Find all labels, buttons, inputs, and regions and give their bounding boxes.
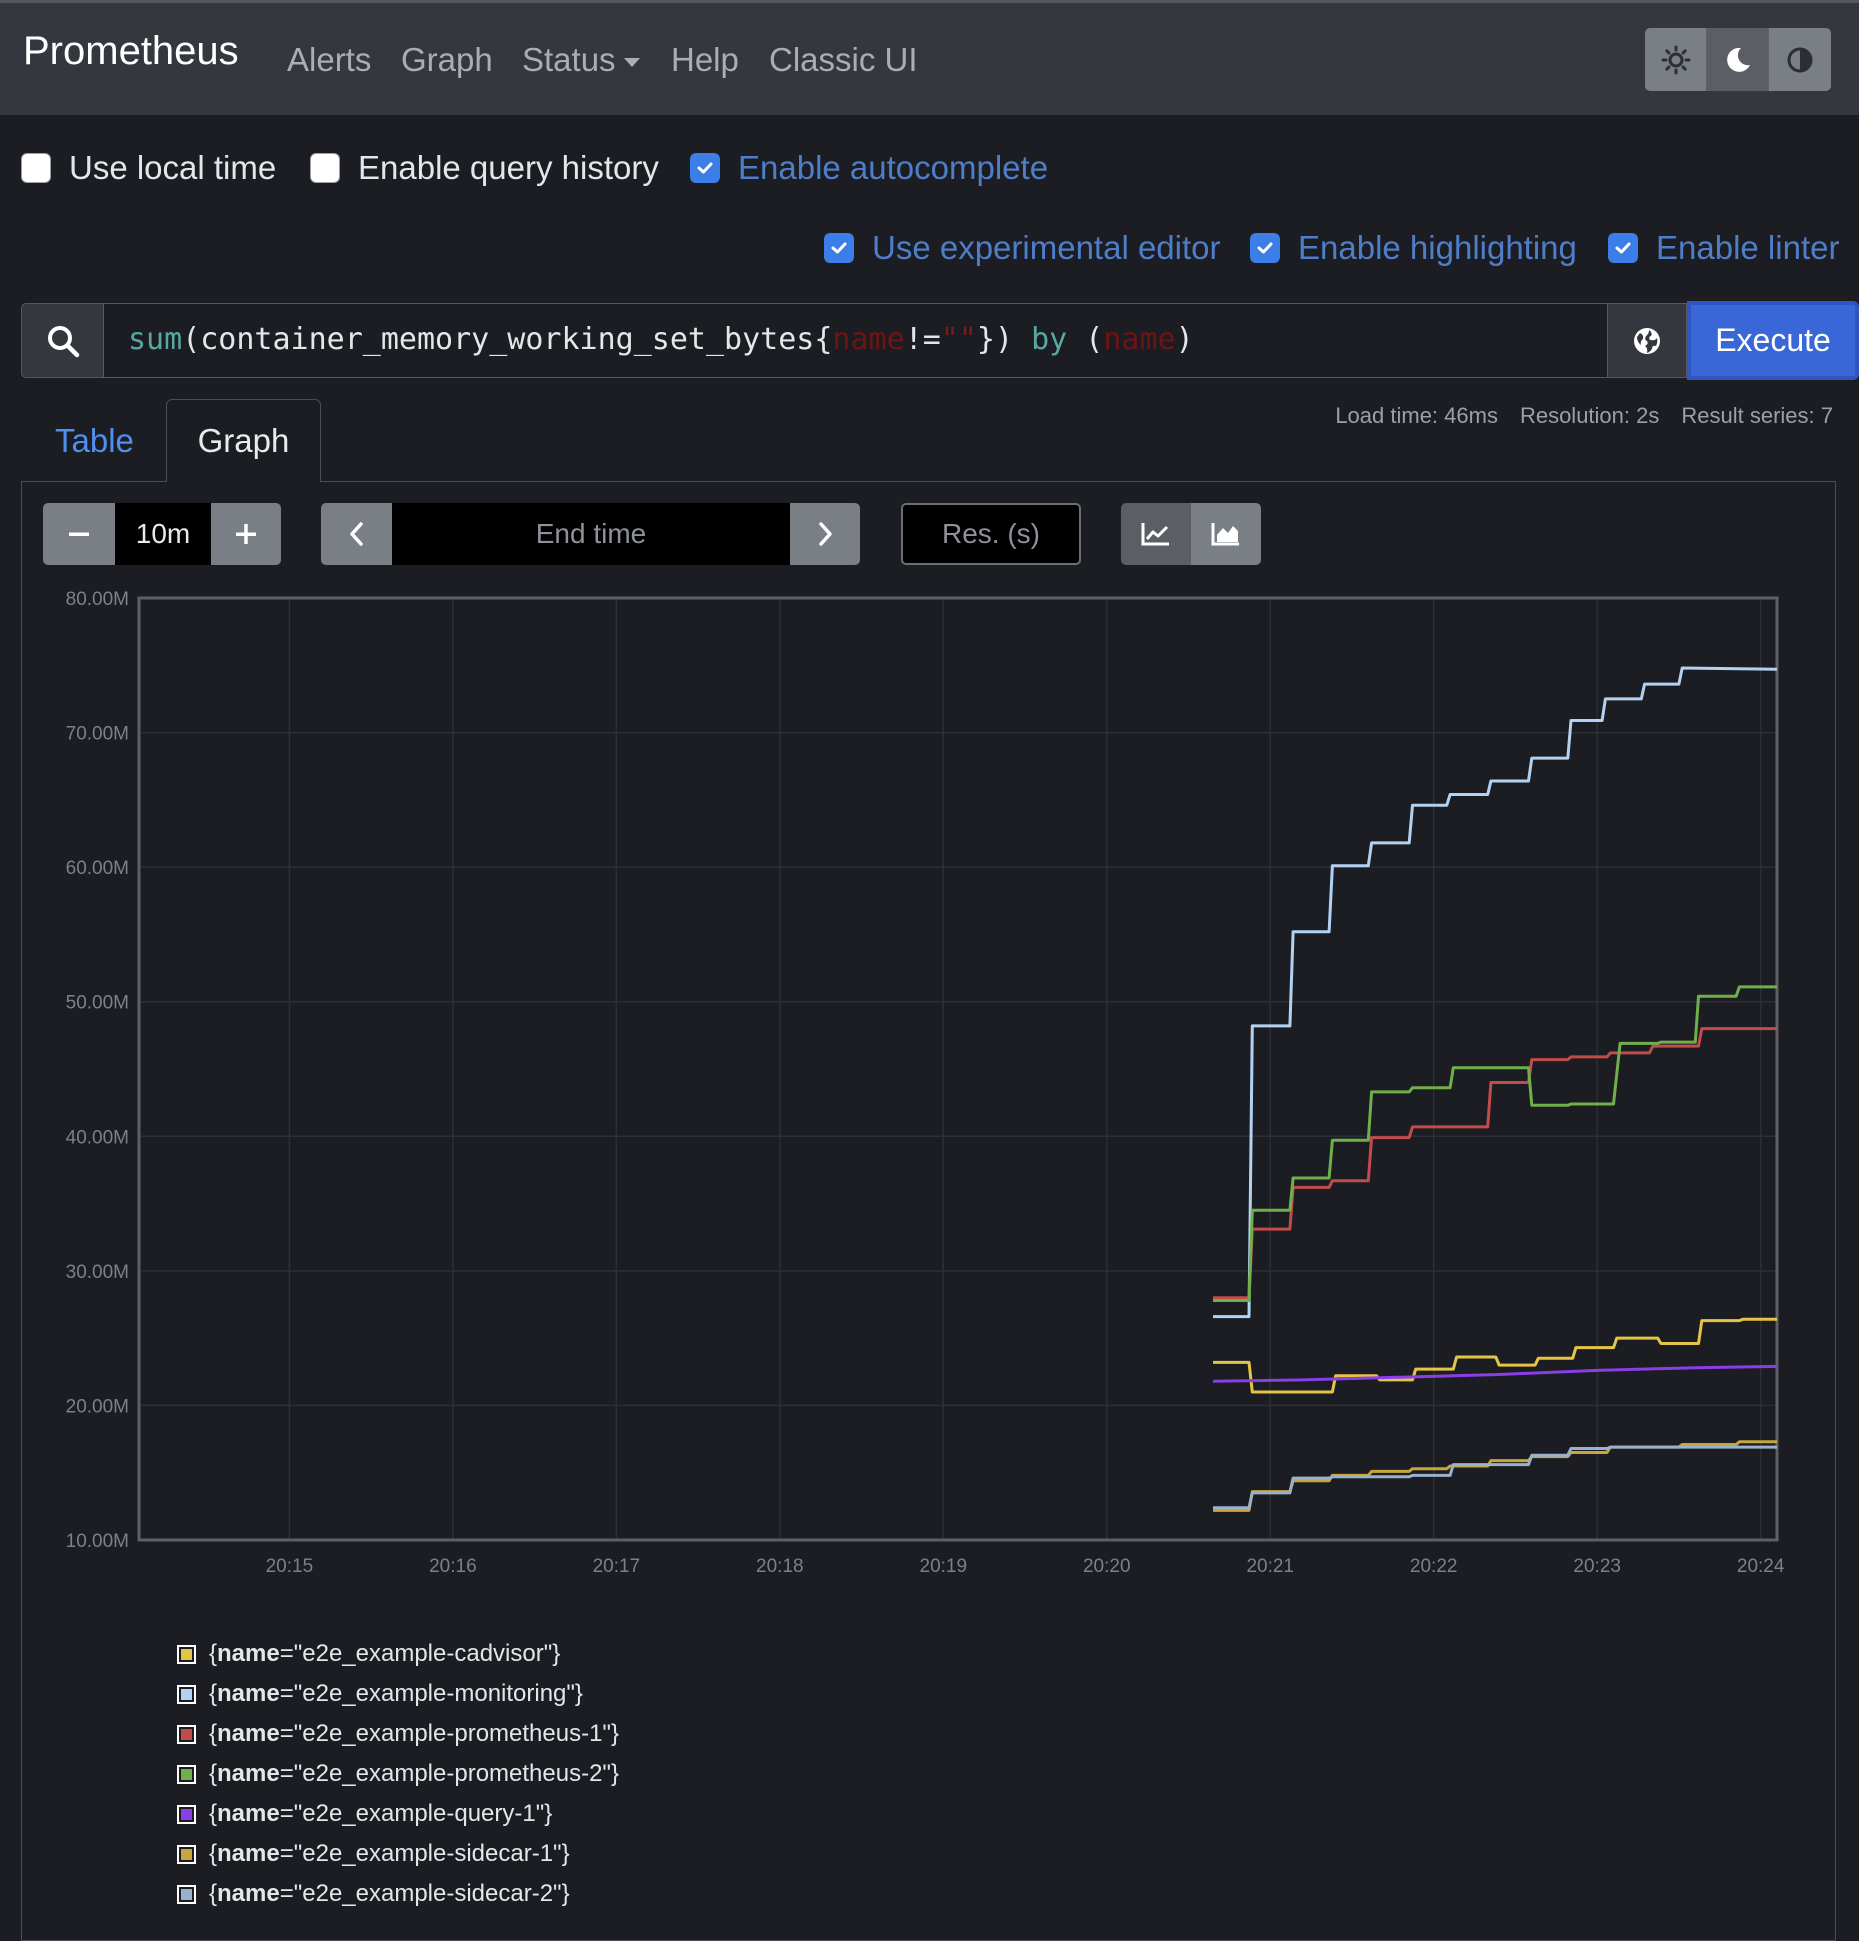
legend-swatch-color [179,1686,194,1702]
x-tick-label: 20:17 [593,1556,641,1577]
legend-swatch [177,1844,196,1864]
legend-swatch [177,1644,196,1664]
x-tick-label: 20:24 [1737,1556,1785,1577]
legend-label: {name="e2e_example-sidecar-2"} [209,1880,570,1907]
legend-label: {name="e2e_example-sidecar-1"} [209,1840,570,1867]
series-line [1213,1440,1777,1512]
legend-label-key: name [217,1760,280,1787]
legend-swatch [177,1724,196,1744]
legend-item[interactable]: {name="e2e_example-sidecar-1"} [177,1834,619,1874]
x-tick-label: 20:15 [266,1556,314,1577]
legend-label-key: name [217,1640,280,1667]
series-line [1213,985,1777,1302]
legend-label: {name="e2e_example-query-1"} [209,1800,553,1827]
legend-swatch-color [179,1646,194,1662]
x-tick-label: 20:18 [756,1556,804,1577]
chart-series [1212,666,1778,1512]
y-axis: 80.00M 70.00M 60.00M 50.00M 40.00M 30.00M 20.0… [66,589,129,1552]
x-axis: 20:15 20:16 20:17 20:18 20:19 20:20 20:21 20:22… [266,1556,1785,1577]
x-tick-label: 20:19 [920,1556,968,1577]
legend-label-key: name [217,1840,280,1867]
legend-swatch-color [179,1806,194,1822]
y-tick-label: 20.00M [66,1396,129,1417]
legend-label-key: name [217,1680,280,1707]
legend-item[interactable]: {name="e2e_example-cadvisor"} [177,1634,619,1674]
series-line [1213,1445,1777,1510]
series-line [1212,1364,1778,1383]
legend-swatch [177,1884,196,1904]
y-tick-label: 80.00M [66,589,129,610]
legend-swatch-color [179,1726,194,1742]
y-tick-label: 30.00M [66,1262,129,1283]
legend-swatch [177,1764,196,1784]
legend-item[interactable]: {name="e2e_example-sidecar-2"} [177,1874,619,1914]
legend-item[interactable]: {name="e2e_example-prometheus-2"} [177,1754,619,1794]
x-tick-label: 20:22 [1410,1556,1458,1577]
series-line [1213,666,1778,1319]
x-tick-label: 20:21 [1246,1556,1294,1577]
legend-swatch-color [179,1766,194,1782]
x-tick-label: 20:16 [429,1556,477,1577]
legend-swatch [177,1804,196,1824]
legend-swatch [177,1684,196,1704]
legend-label-key: name [217,1880,280,1907]
y-tick-label: 10.00M [66,1531,129,1552]
legend-label: {name="e2e_example-prometheus-1"} [209,1720,619,1747]
y-tick-label: 70.00M [66,724,129,745]
legend-label: {name="e2e_example-prometheus-2"} [209,1760,619,1787]
legend-label: {name="e2e_example-monitoring"} [209,1680,583,1707]
legend-label-key: name [217,1720,280,1747]
legend-label-key: name [217,1800,280,1827]
legend-swatch-color [179,1886,194,1902]
y-tick-label: 50.00M [66,993,129,1014]
y-tick-label: 40.00M [66,1127,129,1148]
legend-item[interactable]: {name="e2e_example-monitoring"} [177,1674,619,1714]
y-tick-label: 60.00M [66,858,129,879]
legend-swatch-color [179,1846,194,1862]
legend-item[interactable]: {name="e2e_example-query-1"} [177,1794,619,1834]
legend-label: {name="e2e_example-cadvisor"} [209,1640,561,1667]
x-tick-label: 20:20 [1083,1556,1131,1577]
legend-item[interactable]: {name="e2e_example-prometheus-1"} [177,1714,619,1754]
chart-legend: {name="e2e_example-cadvisor"} {name="e2e_… [177,1634,619,1914]
x-tick-label: 20:23 [1573,1556,1621,1577]
